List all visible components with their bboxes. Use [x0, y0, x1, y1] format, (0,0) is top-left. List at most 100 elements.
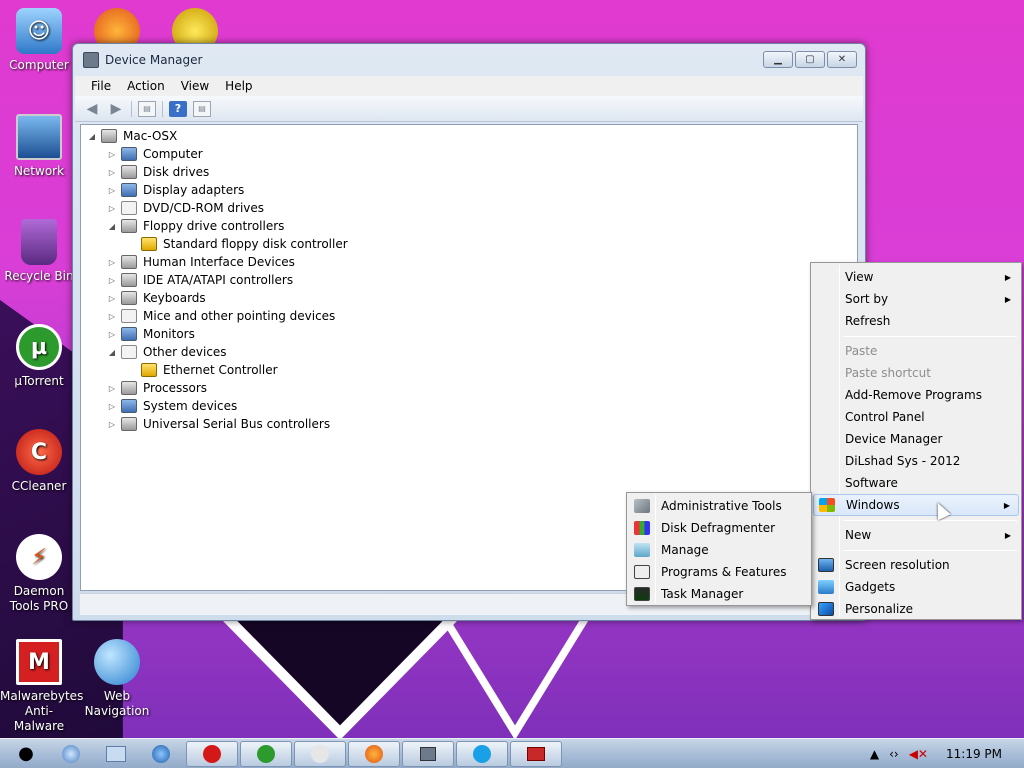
tree-item-other-devices[interactable]: ◢ Other devices [107, 343, 227, 361]
taskbar-button-skype[interactable] [456, 740, 508, 767]
submenu-item-administrative-tools[interactable]: Administrative Tools [629, 495, 809, 517]
menu-item-device-manager[interactable]: Device Manager [813, 428, 1019, 450]
tree-item-label: Human Interface Devices [143, 255, 295, 269]
expand-arrow-icon[interactable]: ▷ [107, 384, 117, 393]
menu-action[interactable]: Action [119, 79, 173, 93]
network-icon[interactable]: ‹› [889, 747, 899, 761]
desktop-icon-malwarebytes[interactable]: M Malwarebytes Anti-Malware [0, 639, 83, 734]
submenu-item-task-manager[interactable]: Task Manager [629, 583, 809, 605]
desktop-icon-ccleaner[interactable]: C CCleaner [0, 429, 78, 494]
personalize-icon [818, 602, 834, 616]
menu-item-screen-resolution[interactable]: Screen resolution [813, 554, 1019, 576]
apple-start-icon[interactable]: ● [6, 741, 46, 767]
finder-icon: ☺ [16, 8, 62, 54]
expand-arrow-icon[interactable]: ▷ [107, 204, 117, 213]
back-arrow-icon[interactable]: ◀ [83, 101, 101, 117]
expand-arrow-icon[interactable]: ▷ [107, 294, 117, 303]
desktop-icon-recycle-bin[interactable]: Recycle Bin [0, 219, 78, 284]
tree-item-disk-drives[interactable]: ▷ Disk drives [107, 163, 209, 181]
expand-arrow-icon[interactable]: ▷ [107, 276, 117, 285]
tree-item-computer[interactable]: ▷ Computer [107, 145, 203, 163]
menu-help[interactable]: Help [217, 79, 260, 93]
submenu-item-programs-features[interactable]: Programs & Features [629, 561, 809, 583]
tree-item-floppy-drive-controllers[interactable]: ◢ Floppy drive controllers [107, 217, 284, 235]
menu-item-sort-by[interactable]: Sort by ▶ [813, 288, 1019, 310]
menu-item-add-remove-programs[interactable]: Add-Remove Programs [813, 384, 1019, 406]
title-bar[interactable]: Device Manager [73, 44, 865, 76]
collapse-arrow-icon[interactable]: ◢ [107, 348, 117, 357]
close-button[interactable]: ✕ [827, 51, 857, 68]
menu-item-personalize[interactable]: Personalize [813, 598, 1019, 620]
expand-arrow-icon[interactable]: ▷ [107, 168, 117, 177]
folder-icon[interactable] [96, 741, 136, 767]
desktop-icon-utorrent[interactable]: µ µTorrent [0, 324, 78, 389]
collapse-arrow-icon[interactable]: ◢ [87, 132, 97, 141]
minimize-button[interactable]: ▁ [763, 51, 793, 68]
submenu-arrow-icon: ▶ [1003, 500, 1010, 510]
menu-item-label: Gadgets [845, 580, 896, 594]
desktop-icon-web-navigation[interactable]: Web Navigation [78, 639, 156, 719]
tree-item-display-adapters[interactable]: ▷ Display adapters [107, 181, 244, 199]
computer-icon [121, 147, 137, 161]
help-icon[interactable]: ? [169, 100, 187, 117]
tree-item-keyboards[interactable]: ▷ Keyboards [107, 289, 206, 307]
tree-item-processors[interactable]: ▷ Processors [107, 379, 207, 397]
expand-arrow-icon[interactable]: ▷ [107, 312, 117, 321]
tree-item-standard-floppy-disk-controller[interactable]: Standard floppy disk controller [141, 235, 348, 253]
menu-item-gadgets[interactable]: Gadgets [813, 576, 1019, 598]
expand-arrow-icon[interactable]: ▷ [107, 186, 117, 195]
monitor-icon [121, 327, 137, 341]
collapse-arrow-icon[interactable]: ◢ [107, 222, 117, 231]
forward-arrow-icon[interactable]: ▶ [107, 101, 125, 117]
tree-item-ethernet-controller[interactable]: Ethernet Controller [141, 361, 278, 379]
tree-root[interactable]: ◢ Mac-OSX [87, 127, 177, 145]
taskbar-button-utorrent[interactable] [240, 740, 292, 767]
taskbar-button-device-manager[interactable] [402, 740, 454, 767]
taskbar-button-stop[interactable] [186, 740, 238, 767]
menu-item-control-panel[interactable]: Control Panel [813, 406, 1019, 428]
time-machine-icon[interactable] [51, 741, 91, 767]
submenu-item-disk-defragmenter[interactable]: Disk Defragmenter [629, 517, 809, 539]
maximize-button[interactable]: ▢ [795, 51, 825, 68]
menu-item-paste[interactable]: Paste [813, 340, 1019, 362]
device-manager-icon [83, 52, 99, 68]
expand-arrow-icon[interactable]: ▷ [107, 330, 117, 339]
menu-item-view[interactable]: View ▶ [813, 266, 1019, 288]
menu-item-paste-shortcut[interactable]: Paste shortcut [813, 362, 1019, 384]
tree-item-human-interface-devices[interactable]: ▷ Human Interface Devices [107, 253, 295, 271]
expand-arrow-icon[interactable]: ▷ [107, 420, 117, 429]
taskbar-button-toolbox[interactable] [510, 740, 562, 767]
desktop-icon-network[interactable]: Network [0, 114, 78, 179]
show-hide-console-tree-icon[interactable]: ▤ [138, 100, 156, 117]
tree-item-ide-ata-atapi-controllers[interactable]: ▷ IDE ATA/ATAPI controllers [107, 271, 293, 289]
menu-item-label: Control Panel [845, 410, 925, 424]
submenu-arrow-icon: ▶ [1004, 294, 1011, 304]
properties-icon[interactable]: ▤ [193, 100, 211, 117]
menu-view[interactable]: View [173, 79, 217, 93]
toolbar-separator [131, 100, 132, 117]
desktop-icon-daemon-tools[interactable]: ⚡ Daemon Tools PRO [0, 534, 78, 614]
menu-item-software[interactable]: Software [813, 472, 1019, 494]
menu-item-refresh[interactable]: Refresh [813, 310, 1019, 332]
expand-arrow-icon[interactable]: ▷ [107, 258, 117, 267]
tree-item-system-devices[interactable]: ▷ System devices [107, 397, 237, 415]
tree-item-dvd-cd-rom-drives[interactable]: ▷ DVD/CD-ROM drives [107, 199, 264, 217]
menu-item-new[interactable]: New ▶ [813, 524, 1019, 546]
volume-muted-icon[interactable]: ◀✕ [909, 747, 928, 761]
expand-arrow-icon[interactable]: ▷ [107, 150, 117, 159]
tree-item-usb-controllers[interactable]: ▷ Universal Serial Bus controllers [107, 415, 330, 433]
submenu-item-manage[interactable]: Manage [629, 539, 809, 561]
floppy-controller-icon [121, 219, 137, 233]
menu-file[interactable]: File [83, 79, 119, 93]
tree-item-mice[interactable]: ▷ Mice and other pointing devices [107, 307, 335, 325]
tree-item-monitors[interactable]: ▷ Monitors [107, 325, 195, 343]
taskbar-button-messenger[interactable] [294, 740, 346, 767]
menu-item-windows[interactable]: Windows ▶ [813, 494, 1019, 516]
expand-arrow-icon[interactable]: ▷ [107, 402, 117, 411]
clock[interactable]: 11:19 PM [946, 747, 1002, 761]
desktop-icon-computer[interactable]: ☺ Computer [0, 8, 78, 73]
menu-item-dilshad-sys[interactable]: DiLshad Sys - 2012 [813, 450, 1019, 472]
taskbar-button-firefox[interactable] [348, 740, 400, 767]
show-hidden-icons-arrow-icon[interactable]: ▲ [870, 747, 879, 761]
search-icon[interactable] [141, 741, 181, 767]
